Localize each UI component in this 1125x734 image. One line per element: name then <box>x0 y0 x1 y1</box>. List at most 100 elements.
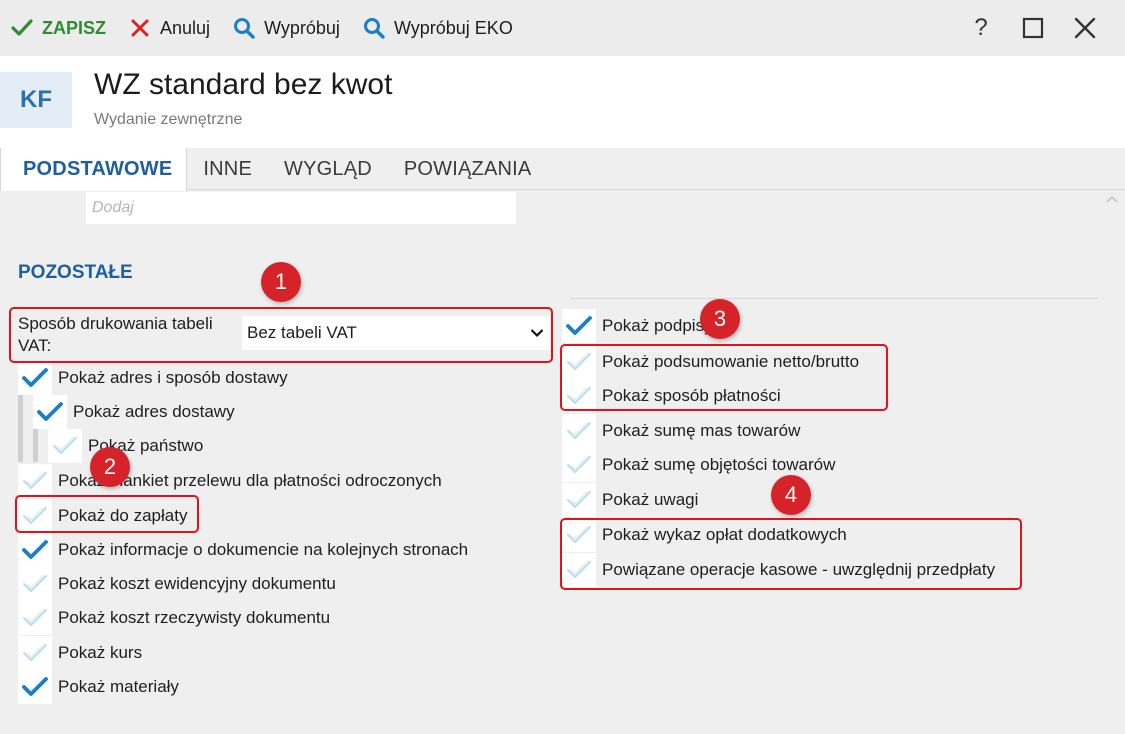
option-show-notes[interactable]: Pokaż uwagi <box>562 483 698 517</box>
search-icon <box>362 16 386 40</box>
close-button[interactable] <box>1059 0 1111 56</box>
checkbox[interactable] <box>18 464 52 498</box>
window-controls: ? <box>955 0 1111 56</box>
x-icon <box>128 16 152 40</box>
help-icon: ? <box>974 14 988 41</box>
checkbox[interactable] <box>18 499 52 533</box>
checkbox[interactable] <box>18 361 52 395</box>
option-show-address-delivery[interactable]: Pokaż adres i sposób dostawy <box>18 361 288 395</box>
option-show-doc-info-next-pages[interactable]: Pokaż informacje o dokumencie na kolejny… <box>18 533 468 567</box>
cancel-button[interactable]: Anuluj <box>128 0 210 56</box>
annotation-marker-3: 3 <box>700 299 740 339</box>
checkbox[interactable] <box>18 601 52 635</box>
option-show-registry-cost[interactable]: Pokaż koszt ewidencyjny dokumentu <box>18 567 336 601</box>
checkbox[interactable] <box>18 567 52 601</box>
check-faint-icon <box>567 490 591 508</box>
option-linked-cash-operations[interactable]: Powiązane operacje kasowe - uwzględnij p… <box>562 553 995 587</box>
toolbar: ZAPISZ Anuluj Wypróbuj Wypróbuj EKO ? <box>0 0 1125 56</box>
checkbox[interactable] <box>562 448 596 482</box>
vat-select-value: Bez tabeli VAT <box>247 323 357 342</box>
save-button[interactable]: ZAPISZ <box>10 0 106 56</box>
check-faint-icon <box>53 436 77 454</box>
check-faint-icon <box>567 352 591 370</box>
option-label: Pokaż do zapłaty <box>58 506 188 525</box>
checkbox[interactable] <box>33 395 67 429</box>
section-title: POZOSTAŁE <box>18 262 133 283</box>
checkbox[interactable] <box>562 483 596 517</box>
help-button[interactable]: ? <box>955 0 1007 56</box>
checkbox[interactable] <box>48 429 82 463</box>
vat-select[interactable]: Bez tabeli VAT <box>242 316 550 350</box>
annotation-marker-1: 1 <box>261 262 301 302</box>
check-faint-icon <box>567 386 591 404</box>
checkbox[interactable] <box>18 670 52 704</box>
check-faint-icon <box>23 643 47 661</box>
option-show-rate[interactable]: Pokaż kurs <box>18 636 142 670</box>
checkbox[interactable] <box>562 518 596 552</box>
checkbox[interactable] <box>562 553 596 587</box>
option-label: Pokaż koszt rzeczywisty dokumentu <box>58 608 331 627</box>
checkbox[interactable] <box>18 533 52 567</box>
option-show-goods-mass-sum[interactable]: Pokaż sumę mas towarów <box>562 414 800 448</box>
try-label: Wypróbuj <box>264 17 340 38</box>
try-eco-button[interactable]: Wypróbuj EKO <box>362 0 513 56</box>
checkbox[interactable] <box>18 636 52 670</box>
check-icon <box>22 540 48 559</box>
option-label: Pokaż adres i sposób dostawy <box>58 368 288 387</box>
checkbox[interactable] <box>562 414 596 448</box>
check-faint-icon <box>567 525 591 543</box>
check-faint-icon <box>23 608 47 626</box>
tab-inne[interactable]: INNE <box>187 148 268 190</box>
tab-podstawowe[interactable]: PODSTAWOWE <box>0 148 188 191</box>
maximize-icon <box>1022 17 1044 39</box>
check-faint-icon <box>567 421 591 439</box>
option-show-materials[interactable]: Pokaż materiały <box>18 670 179 704</box>
option-label: Pokaż koszt ewidencyjny dokumentu <box>58 574 336 593</box>
option-show-payment-method[interactable]: Pokaż sposób płatności <box>562 379 781 413</box>
maximize-button[interactable] <box>1007 0 1059 56</box>
check-icon <box>566 316 592 335</box>
option-label: Pokaż wykaz opłat dodatkowych <box>602 525 847 544</box>
tree-line <box>33 429 38 462</box>
scroll-up-icon[interactable] <box>1105 193 1119 207</box>
check-icon <box>22 368 48 387</box>
check-icon <box>22 677 48 696</box>
option-label: Pokaż sumę mas towarów <box>602 421 801 440</box>
add-input[interactable] <box>86 192 516 224</box>
cancel-label: Anuluj <box>160 17 211 38</box>
tree-line <box>18 394 23 462</box>
option-label: Pokaż uwagi <box>602 490 699 509</box>
chevron-down-icon <box>530 329 544 338</box>
option-label: Pokaż sumę objętości towarów <box>602 455 836 474</box>
option-label: Pokaż podsumowanie netto/brutto <box>602 352 860 371</box>
option-label: Pokaż informacje o dokumencie na kolejny… <box>58 540 469 559</box>
check-icon <box>37 402 63 421</box>
option-show-transfer-form[interactable]: Pokaż blankiet przelewu dla płatności od… <box>18 464 442 498</box>
checkbox[interactable] <box>562 309 596 343</box>
check-faint-icon <box>567 455 591 473</box>
option-label: Pokaż kurs <box>58 643 143 662</box>
try-button[interactable]: Wypróbuj <box>232 0 340 56</box>
option-show-net-gross-summary[interactable]: Pokaż podsumowanie netto/brutto <box>562 345 859 379</box>
option-show-signatures[interactable]: Pokaż podpisy <box>562 309 713 343</box>
option-show-actual-cost[interactable]: Pokaż koszt rzeczywisty dokumentu <box>18 601 330 635</box>
option-label: Powiązane operacje kasowe - uwzględnij p… <box>602 560 996 579</box>
close-icon <box>1074 17 1096 39</box>
option-label: Pokaż sposób płatności <box>602 386 781 405</box>
option-show-delivery-address[interactable]: Pokaż adres dostawy <box>33 395 235 429</box>
check-faint-icon <box>23 471 47 489</box>
checkbox[interactable] <box>562 345 596 379</box>
section-divider <box>570 298 1098 299</box>
checkbox[interactable] <box>562 379 596 413</box>
document-header: KF WZ standard bez kwot Wydanie zewnętrz… <box>0 56 1125 148</box>
tab-wyglad[interactable]: WYGLĄD <box>268 148 388 190</box>
document-badge: KF <box>0 72 72 128</box>
page-title: WZ standard bez kwot <box>94 68 393 101</box>
option-show-additional-fees[interactable]: Pokaż wykaz opłat dodatkowych <box>562 518 847 552</box>
tab-powiazania[interactable]: POWIĄZANIA <box>388 148 548 190</box>
vat-select-label: Sposób drukowania tabeli VAT: <box>18 314 213 355</box>
check-faint-icon <box>567 560 591 578</box>
try-eco-label: Wypróbuj EKO <box>393 17 513 38</box>
option-label: Pokaż adres dostawy <box>73 402 235 421</box>
option-show-amount-due[interactable]: Pokaż do zapłaty <box>18 499 187 533</box>
